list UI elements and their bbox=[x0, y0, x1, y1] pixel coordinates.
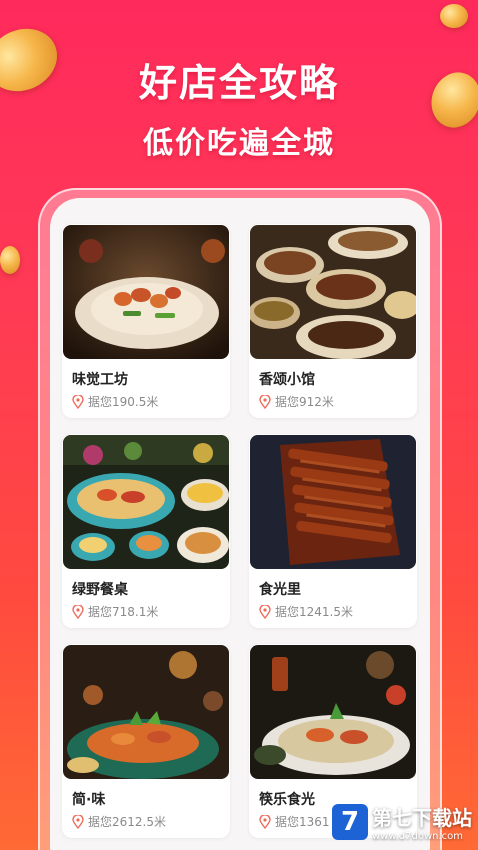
restaurant-distance: 据您912米 bbox=[249, 389, 417, 410]
restaurant-name: 香颂小馆 bbox=[259, 372, 315, 388]
distance-text: 据您912米 bbox=[275, 395, 334, 409]
restaurant-distance: 据您2612.5米 bbox=[62, 809, 230, 830]
app-screen: 味觉工坊 据您190.5米 香颂小馆 据您912米 绿野餐桌 据您718.1米 … bbox=[50, 198, 430, 850]
location-pin-icon bbox=[72, 604, 84, 619]
coin-decoration bbox=[0, 246, 20, 274]
distance-text: 据您718.1米 bbox=[88, 605, 159, 619]
restaurant-card[interactable]: 食光里 据您1241.5米 bbox=[249, 434, 417, 628]
coin-decoration bbox=[440, 4, 468, 28]
distance-text: 据您1361 bbox=[275, 815, 330, 829]
location-pin-icon bbox=[259, 814, 271, 829]
restaurant-name: 绿野餐桌 bbox=[72, 582, 128, 598]
food-photo bbox=[250, 225, 416, 359]
food-photo bbox=[63, 435, 229, 569]
restaurant-name: 食光里 bbox=[259, 582, 301, 598]
distance-text: 据您1241.5米 bbox=[275, 605, 353, 619]
watermark-title: 第七下载站 bbox=[372, 806, 472, 830]
food-photo bbox=[63, 225, 229, 359]
restaurant-card[interactable]: 简·味 据您2612.5米 bbox=[62, 644, 230, 838]
restaurant-name: 味觉工坊 bbox=[72, 372, 128, 388]
hero-title: 好店全攻略 bbox=[138, 61, 339, 105]
food-photo bbox=[250, 645, 416, 779]
restaurant-distance: 据您1241.5米 bbox=[249, 599, 417, 620]
restaurant-card[interactable]: 绿野餐桌 据您718.1米 bbox=[62, 434, 230, 628]
location-pin-icon bbox=[259, 604, 271, 619]
distance-text: 据您190.5米 bbox=[88, 395, 159, 409]
hero-subtitle: 低价吃遍全城 bbox=[143, 126, 335, 161]
food-photo bbox=[63, 645, 229, 779]
restaurant-grid: 味觉工坊 据您190.5米 香颂小馆 据您912米 绿野餐桌 据您718.1米 … bbox=[62, 224, 417, 838]
restaurant-name: 简·味 bbox=[72, 792, 106, 808]
distance-text: 据您2612.5米 bbox=[88, 815, 166, 829]
location-pin-icon bbox=[72, 394, 84, 409]
location-pin-icon bbox=[259, 394, 271, 409]
watermark: 7 第七下载站 www.d7down.com bbox=[332, 802, 472, 842]
restaurant-distance: 据您190.5米 bbox=[62, 389, 230, 410]
watermark-logo: 7 bbox=[332, 804, 368, 840]
restaurant-card[interactable]: 香颂小馆 据您912米 bbox=[249, 224, 417, 418]
food-photo bbox=[250, 435, 416, 569]
location-pin-icon bbox=[72, 814, 84, 829]
restaurant-card[interactable]: 味觉工坊 据您190.5米 bbox=[62, 224, 230, 418]
watermark-url: www.d7down.com bbox=[372, 831, 464, 842]
restaurant-distance: 据您718.1米 bbox=[62, 599, 230, 620]
